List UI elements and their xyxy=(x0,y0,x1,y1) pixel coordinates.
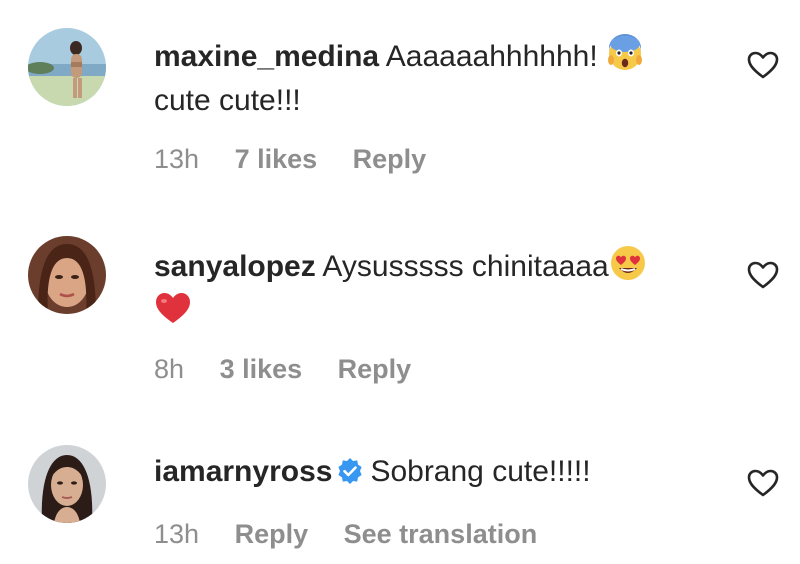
comment-message-line2: cute cute!!! xyxy=(154,84,301,117)
likes-count[interactable]: 7 likes xyxy=(235,144,318,174)
reply-button[interactable]: Reply xyxy=(235,519,309,549)
face-screaming-in-fear-icon xyxy=(606,34,644,72)
avatar[interactable] xyxy=(28,28,106,106)
comment-message: Aysusssss chinitaaaa xyxy=(322,250,609,283)
comment-text: iamarnyross Sobrang cute!!!!! xyxy=(154,450,714,494)
comment-time[interactable]: 8h xyxy=(154,354,184,384)
comment-meta: 13h Reply See translation xyxy=(154,516,565,552)
verified-badge-icon xyxy=(336,457,364,485)
like-heart-icon[interactable] xyxy=(746,48,780,82)
reply-button[interactable]: Reply xyxy=(338,354,412,384)
smiling-face-with-heart-eyes-icon xyxy=(609,244,647,282)
red-heart-icon xyxy=(154,289,192,327)
comment-time[interactable]: 13h xyxy=(154,144,199,174)
comment-meta: 13h 7 likes Reply xyxy=(154,141,454,177)
like-heart-icon[interactable] xyxy=(746,466,780,500)
avatar[interactable] xyxy=(28,236,106,314)
comment-text: sanyalopez Aysusssss chinitaaaa xyxy=(154,244,714,334)
comment-message: Sobrang cute!!!!! xyxy=(370,455,591,488)
avatar[interactable] xyxy=(28,445,106,523)
reply-button[interactable]: Reply xyxy=(353,144,427,174)
likes-count[interactable]: 3 likes xyxy=(220,354,303,384)
comment-message: Aaaaaahhhhhh! xyxy=(385,40,598,73)
comment-username[interactable]: sanyalopez xyxy=(154,250,316,283)
see-translation-link[interactable]: See translation xyxy=(344,519,538,549)
comment-username[interactable]: maxine_medina xyxy=(154,40,379,73)
comment-text: maxine_medina Aaaaaahhhhhh! cute cute!!! xyxy=(154,34,714,123)
comment-meta: 8h 3 likes Reply xyxy=(154,351,439,387)
comment-time[interactable]: 13h xyxy=(154,519,199,549)
comment-username[interactable]: iamarnyross xyxy=(154,455,332,488)
like-heart-icon[interactable] xyxy=(746,258,780,292)
